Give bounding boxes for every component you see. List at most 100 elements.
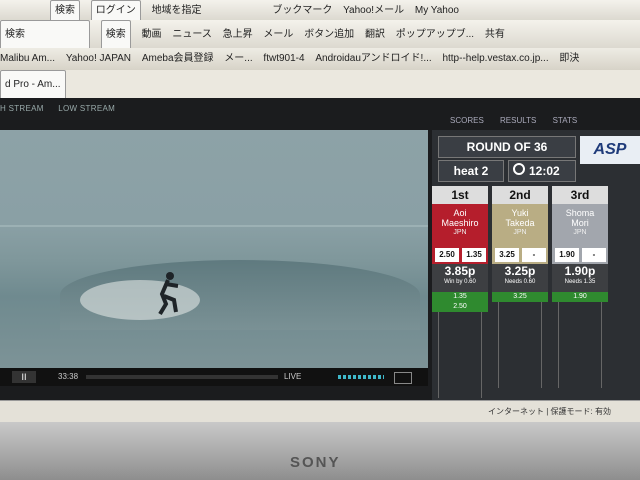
surfer-country: JPN [513, 229, 527, 236]
horizon-line [0, 225, 428, 227]
mail-button[interactable]: メール [263, 21, 293, 48]
player-time: 33:38 [58, 372, 79, 381]
clock-icon [513, 163, 525, 175]
search-input[interactable]: 検索 [0, 20, 90, 48]
bookmark-item[interactable]: Androidauアンドロイド!... [315, 48, 431, 70]
surfer-name: Yuki Takeda JPN [492, 204, 548, 246]
player-controls: II 33:38 LIVE [0, 368, 428, 386]
wave-score: - [582, 248, 606, 262]
wave-score: 1.35 [462, 248, 486, 262]
bookmark-button[interactable]: ブックマーク [272, 1, 332, 20]
lane [558, 302, 602, 388]
monitor-bezel: SONY [0, 422, 640, 480]
stream-tabs: H STREAM LOW STREAM [0, 104, 127, 113]
total-note: Needs 1.35 [564, 279, 596, 285]
requirement-1: 3.25 [492, 292, 548, 302]
volume-slider[interactable] [338, 375, 384, 379]
wave-scores: 2.50 1.35 [432, 246, 488, 264]
yahoo-mail-button[interactable]: Yahoo!メール [343, 1, 404, 20]
total-note: Needs 0.60 [504, 279, 536, 285]
news-button[interactable]: ニュース [172, 21, 212, 48]
tab-bar: d Pro - Am... [0, 70, 640, 99]
page-content: H STREAM LOW STREAM SCORES RESULTS STATS… [0, 98, 640, 400]
tab-low-stream[interactable]: LOW STREAM [58, 104, 115, 113]
surfer-name: Shoma Mori JPN [552, 204, 608, 246]
surfer-country: JPN [573, 229, 587, 236]
surfer-last: Maeshiro [441, 218, 479, 228]
wave-foam [80, 280, 200, 320]
score-tabs: SCORES RESULTS STATS [450, 116, 591, 125]
round-title: ROUND OF 36 [438, 136, 576, 158]
surfer-last: Mori [571, 218, 589, 228]
heat-label: heat 2 [438, 160, 504, 182]
score-panel: ROUND OF 36 ASP heat 2 12:02 1st Aoi Mae… [432, 130, 640, 400]
wave-scores: 3.25 - [492, 246, 548, 264]
pause-button[interactable]: II [12, 371, 36, 383]
surfer-column-3: 3rd Shoma Mori JPN 1.90 - 1.90p Needs 1.3… [552, 186, 608, 396]
status-text: インターネット | 保護モード: 有効 [488, 407, 611, 416]
browser-tab[interactable]: d Pro - Am... [0, 70, 66, 98]
total-value: 3.85p [444, 264, 476, 278]
toolbar-row-2: 検索 検索 動画 ニュース 急上昇 メール ボタン追加 翻訳 ポップアップブ..… [0, 20, 640, 48]
surfer-figure [158, 272, 179, 316]
wave-scores: 1.90 - [552, 246, 608, 264]
region-button[interactable]: 地域を指定 [152, 1, 202, 20]
rank-label: 1st [432, 186, 488, 204]
heat-clock: 12:02 [508, 160, 576, 182]
bookmark-item[interactable]: 即決 [559, 48, 579, 70]
trending-button[interactable]: 急上昇 [223, 21, 253, 48]
video-player[interactable] [0, 130, 428, 368]
wave-score: 1.90 [555, 248, 579, 262]
bookmark-item[interactable]: http--help.vestax.co.jp... [442, 48, 548, 70]
total-score: 1.90p Needs 1.35 [552, 264, 608, 292]
share-button[interactable]: 共有 [485, 21, 505, 48]
translate-button[interactable]: 翻訳 [365, 21, 385, 48]
bookmark-item[interactable]: メー... [224, 48, 252, 70]
tab-scores[interactable]: SCORES [450, 116, 484, 125]
total-value: 1.90p [564, 264, 596, 278]
requirement-1: 1.90 [552, 292, 608, 302]
search-button[interactable]: 検索 [100, 20, 131, 48]
bookmark-item[interactable]: ftwt901-4 [263, 48, 304, 70]
bookmark-item[interactable]: Yahoo! JAPAN [66, 48, 131, 70]
total-note: Win by 0.60 [444, 279, 476, 285]
tab-high-stream[interactable]: H STREAM [0, 104, 44, 113]
rank-label: 2nd [492, 186, 548, 204]
toolbar1-search-button[interactable]: 検索 [50, 0, 80, 20]
brand-logo: SONY [290, 454, 341, 471]
surfer-first: Aoi [453, 208, 467, 218]
surfer-name: Aoi Maeshiro JPN [432, 204, 488, 246]
surfer-last: Takeda [505, 218, 535, 228]
video-button[interactable]: 動画 [142, 21, 162, 48]
popup-button[interactable]: ポップアップブ... [396, 21, 474, 48]
progress-bar[interactable] [86, 375, 278, 379]
requirement-2: 2.50 [432, 302, 488, 312]
total-score: 3.25p Needs 0.60 [492, 264, 548, 292]
my-yahoo-button[interactable]: My Yahoo [415, 1, 459, 20]
rank-label: 3rd [552, 186, 608, 204]
surfer-column-2: 2nd Yuki Takeda JPN 3.25 - 3.25p Needs 0.… [492, 186, 548, 396]
wave-score: - [522, 248, 546, 262]
surfer-first: Yuki [511, 208, 529, 218]
surfer-country: JPN [453, 229, 467, 236]
total-value: 3.25p [504, 264, 536, 278]
toolbar-row-1: 検索 ログイン 地域を指定 ブックマーク Yahoo!メール My Yahoo [0, 0, 640, 20]
fullscreen-icon[interactable] [394, 372, 412, 384]
total-score: 3.85p Win by 0.60 [432, 264, 488, 292]
requirement-1: 1.35 [432, 292, 488, 302]
surfer-column-1: 1st Aoi Maeshiro JPN 2.50 1.35 3.85p Win … [432, 186, 488, 398]
tab-results[interactable]: RESULTS [500, 116, 536, 125]
status-bar: インターネット | 保護モード: 有効 [0, 400, 640, 423]
wave-score: 2.50 [435, 248, 459, 262]
surfer-first: Shoma [565, 208, 595, 218]
add-button[interactable]: ボタン追加 [304, 21, 354, 48]
bookmark-item[interactable]: Ameba会員登録 [142, 48, 214, 70]
login-button[interactable]: ログイン [90, 0, 141, 20]
bookmark-item[interactable]: Malibu Am... [0, 48, 55, 70]
lane [438, 312, 482, 398]
asp-logo: ASP [580, 136, 640, 164]
wave-score: 3.25 [495, 248, 519, 262]
clock-time: 12:02 [529, 164, 560, 178]
live-label: LIVE [284, 372, 302, 381]
tab-stats[interactable]: STATS [553, 116, 578, 125]
